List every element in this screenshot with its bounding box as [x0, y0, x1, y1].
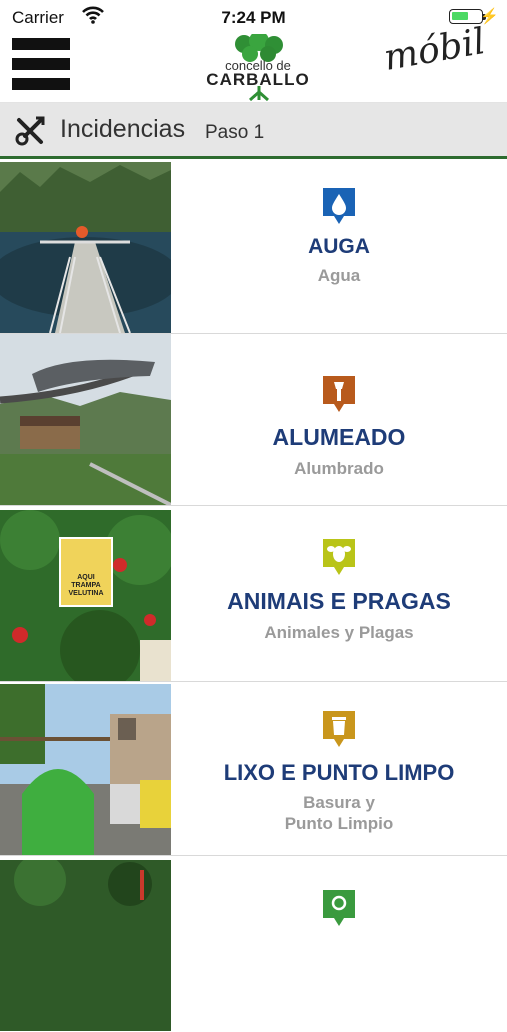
bee-icon [323, 539, 355, 575]
page-title: Incidencias [60, 115, 186, 143]
category-info: ALUMEADO Alumbrado [171, 334, 507, 505]
category-sublabel: Alumbrado [294, 459, 384, 478]
category-sublabel: Basura y Punto Limpio [284, 793, 394, 833]
category-row-alumeado[interactable]: ALUMEADO Alumbrado [0, 334, 507, 506]
trap-sign-text: AQUI TRAMPA VELUTINA [68, 574, 104, 597]
section-title-bar: Incidencias Paso 1 [0, 103, 507, 159]
water-tank-photo [0, 162, 171, 333]
category-label: ALUMEADO [272, 424, 406, 450]
tools-icon [15, 116, 45, 146]
torch-icon [323, 376, 355, 412]
category-label: LIXO E PUNTO LIMPO [223, 760, 455, 785]
status-time: 7:24 PM [221, 8, 286, 27]
category-row-lixo[interactable]: LIXO E PUNTO LIMPO Basura y Punto Limpio [0, 684, 507, 856]
category-info [171, 860, 507, 1031]
category-label: AUGA [308, 235, 370, 258]
category-row-recycle[interactable] [0, 860, 507, 1032]
category-label: ANIMAIS E PRAGAS [227, 588, 451, 614]
category-row-auga[interactable]: AUGA Agua [0, 162, 507, 334]
step-indicator: Paso 1 [205, 122, 265, 143]
recycling-containers-photo [0, 684, 171, 855]
category-info: AUGA Agua [171, 162, 507, 333]
water-drop-icon [323, 188, 355, 224]
category-info: LIXO E PUNTO LIMPO Basura y Punto Limpio [171, 684, 507, 855]
wasp-trap-photo: AQUI TRAMPA VELUTINA [0, 510, 171, 681]
street-lamp-photo [0, 334, 171, 505]
garden-photo [0, 860, 171, 1031]
category-row-animais[interactable]: AQUI TRAMPA VELUTINA ANIMAIS E PRAGAS Anim… [0, 510, 507, 682]
carballo-logo: concello de CARBALLO [198, 34, 318, 102]
category-info: ANIMAIS E PRAGAS Animales y Plagas [171, 510, 507, 681]
logo-line-2: CARBALLO [206, 70, 310, 89]
app-header: concello de CARBALLO móbil [0, 21, 507, 103]
trash-can-icon [323, 711, 355, 747]
hamburger-menu-icon[interactable] [12, 36, 70, 94]
charging-bolt-icon: ⚡ [480, 8, 499, 25]
battery-level [452, 12, 468, 20]
category-sublabel: Agua [317, 266, 361, 285]
category-sublabel: Animales y Plagas [264, 623, 414, 642]
recycle-icon [323, 890, 355, 926]
